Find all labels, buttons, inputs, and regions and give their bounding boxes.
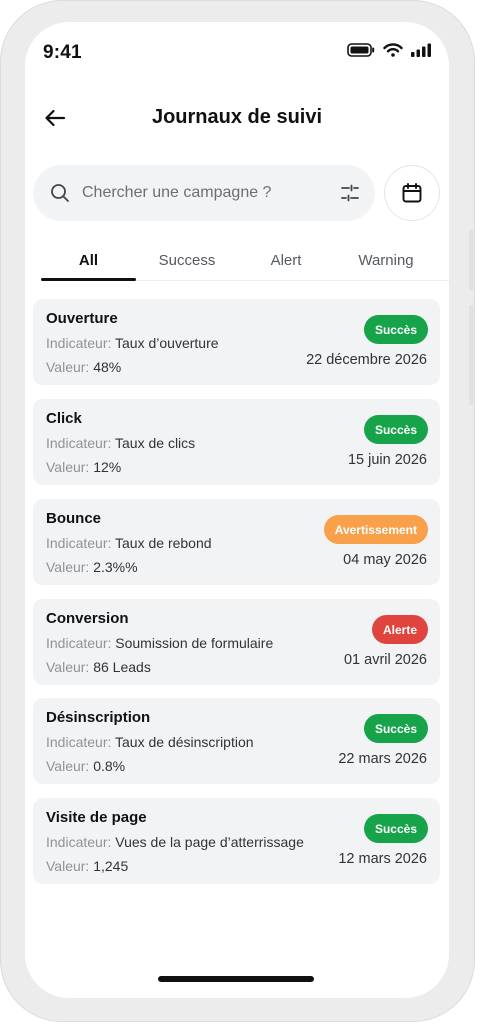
- search-icon: [51, 184, 69, 202]
- signal-icon: [411, 43, 431, 57]
- header: Journaux de suivi: [25, 100, 449, 136]
- log-date: 12 mars 2026: [338, 851, 427, 867]
- log-indicator: Indicateur: Taux de rebond: [46, 535, 212, 551]
- filter-icon[interactable]: [339, 182, 361, 204]
- log-card[interactable]: Visite de page Indicateur: Vues de la pa…: [33, 798, 440, 884]
- log-indicator: Indicateur: Soumission de formulaire: [46, 635, 274, 651]
- tab-warning[interactable]: Warning: [351, 252, 421, 269]
- log-name: Visite de page: [46, 809, 147, 826]
- tab-all[interactable]: All: [41, 252, 136, 269]
- log-date: 15 juin 2026: [347, 452, 427, 468]
- page-title: Journaux de suivi: [151, 106, 323, 128]
- tab-success[interactable]: Success: [152, 252, 222, 269]
- calendar-icon: [402, 183, 422, 203]
- log-indicator: Indicateur: Taux de désinscription: [46, 734, 254, 750]
- calendar-button[interactable]: [384, 165, 440, 221]
- wifi-icon: [383, 43, 403, 57]
- status-badge: Avertissement: [323, 515, 428, 544]
- status-badge: Alerte: [371, 615, 428, 644]
- log-indicator: Indicateur: Taux de clics: [46, 435, 196, 451]
- log-name: Désinscription: [46, 709, 151, 726]
- log-value: Valeur: 86 Leads: [46, 659, 151, 675]
- log-name: Bounce: [46, 510, 102, 527]
- battery-icon: [347, 43, 375, 57]
- status-badge: Succès: [363, 415, 428, 444]
- phone-frame: 9:41 Journaux de suivi Chercher une camp…: [0, 0, 475, 1022]
- tab-alert[interactable]: Alert: [261, 252, 311, 269]
- status-icons: [347, 43, 431, 57]
- log-value: Valeur: 2.3%%: [46, 559, 138, 575]
- active-tab-indicator: [41, 278, 136, 281]
- status-badge: Succès: [363, 315, 428, 344]
- log-date: 04 may 2026: [343, 552, 427, 568]
- log-card[interactable]: Click Indicateur: Taux de clics Valeur: …: [33, 399, 440, 485]
- log-date: 22 mars 2026: [338, 751, 427, 767]
- tab-bar: All Success Alert Warning: [41, 247, 449, 281]
- status-badge: Succès: [363, 714, 428, 743]
- log-value: Valeur: 12%: [46, 459, 122, 475]
- log-date: 01 avril 2026: [343, 652, 427, 668]
- log-card[interactable]: Ouverture Indicateur: Taux d’ouverture V…: [33, 299, 440, 385]
- log-value: Valeur: 48%: [46, 359, 122, 375]
- status-bar: 9:41: [25, 22, 449, 78]
- log-name: Ouverture: [46, 310, 118, 327]
- search-bar[interactable]: Chercher une campagne ?: [33, 165, 375, 221]
- screen: 9:41 Journaux de suivi Chercher une camp…: [25, 22, 449, 998]
- search-input[interactable]: Chercher une campagne ?: [82, 184, 339, 202]
- log-name: Click: [46, 410, 82, 427]
- log-value: Valeur: 0.8%: [46, 758, 126, 774]
- log-card[interactable]: Conversion Indicateur: Soumission de for…: [33, 599, 440, 685]
- log-indicator: Indicateur: Taux d’ouverture: [46, 335, 219, 351]
- log-date: 22 décembre 2026: [306, 352, 427, 368]
- log-value: Valeur: 1,245: [46, 858, 129, 874]
- side-button: [469, 305, 475, 405]
- log-card[interactable]: Désinscription Indicateur: Taux de désin…: [33, 698, 440, 784]
- status-time: 9:41: [43, 42, 82, 63]
- log-indicator: Indicateur: Vues de la page d’atterrissa…: [46, 834, 304, 850]
- side-button: [469, 230, 475, 290]
- status-badge: Succès: [363, 814, 428, 843]
- log-name: Conversion: [46, 610, 129, 627]
- home-indicator[interactable]: [158, 976, 314, 982]
- log-card[interactable]: Bounce Indicateur: Taux de rebond Valeur…: [33, 499, 440, 585]
